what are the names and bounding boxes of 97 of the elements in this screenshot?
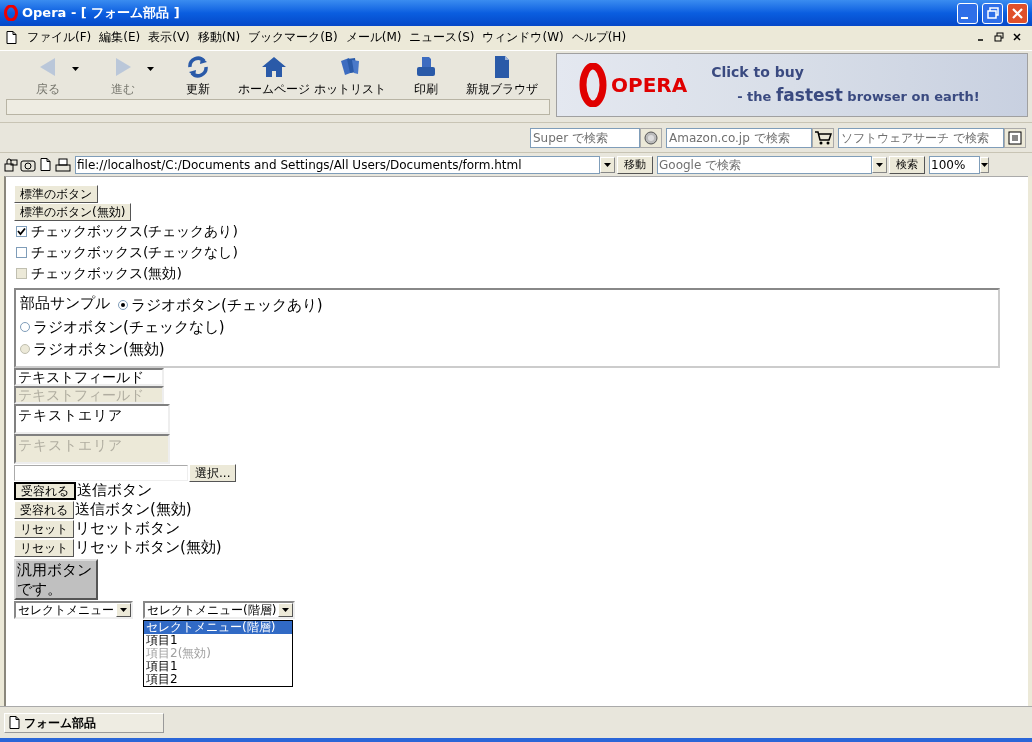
text-area[interactable]: テキストエリア — [14, 404, 170, 434]
menu-item[interactable]: ニュース(S) — [405, 28, 479, 46]
radio-button[interactable] — [118, 300, 128, 310]
button-label: リセットボタン(無効) — [75, 538, 222, 557]
dropdown-button[interactable] — [278, 603, 294, 617]
radio-label: ラジオボタン(チェックなし) — [33, 317, 225, 337]
caret-icon — [282, 608, 290, 612]
toolbar-button[interactable]: 印刷 — [388, 51, 464, 98]
page-tab[interactable]: フォーム部品 — [4, 712, 164, 733]
address-field[interactable]: file://localhost/C:/Documents and Settings/All Users/Documents/form.html — [75, 155, 600, 174]
file-path-field[interactable] — [14, 464, 188, 481]
search-field[interactable]: Super で検索 — [530, 127, 640, 148]
caret-icon — [876, 162, 883, 167]
close-button[interactable] — [1007, 2, 1028, 24]
checkbox[interactable] — [16, 247, 27, 258]
document-icon — [9, 716, 20, 729]
button-label: 送信ボタン — [77, 481, 152, 500]
radio-label: ラジオボタン(チェックあり) — [131, 295, 323, 315]
caret-icon[interactable] — [72, 67, 79, 71]
opera-logo-icon — [4, 5, 18, 21]
toolbar-button[interactable]: 新規ブラウザ — [464, 51, 540, 98]
logo-text: OPERA — [611, 72, 688, 99]
banner-text: - the fastest browser on earth! — [736, 83, 980, 107]
reload-icon — [186, 55, 210, 79]
close-icon — [1012, 7, 1023, 19]
ad-banner[interactable]: OPERA Click to buy - the fastest browser on earth! — [556, 53, 1028, 117]
dropdown-option[interactable]: セレクトメニュー(階層) — [144, 621, 292, 634]
camera-icon[interactable] — [20, 157, 36, 172]
checkbox-label: チェックボックス(チェックなし) — [31, 243, 238, 262]
document-icon — [6, 30, 17, 44]
home-icon — [261, 55, 287, 79]
menu-item[interactable]: 表示(V) — [144, 28, 194, 46]
dropdown-option: 項目2(無効) — [144, 647, 292, 660]
window-title: Opera - [ フォーム部品 ] — [22, 4, 181, 23]
banner-text: Click to buy — [711, 62, 805, 82]
submit-button[interactable]: 受容れる — [14, 481, 76, 500]
restore-button[interactable] — [982, 2, 1003, 24]
go-button[interactable]: 移動 — [617, 155, 653, 174]
printer-icon — [414, 55, 438, 79]
caret-icon — [120, 608, 127, 612]
search-field[interactable]: Amazon.co.jp で検索 — [666, 127, 812, 148]
search-field[interactable]: Google で検索 — [657, 155, 872, 174]
select-menu[interactable]: セレクトメニュー — [14, 601, 133, 619]
close-icon[interactable] — [1012, 32, 1022, 42]
toolbar-button[interactable]: ホットリスト — [312, 51, 388, 98]
opera-logo-icon — [579, 63, 607, 107]
restore-icon[interactable] — [994, 32, 1004, 42]
radio-button[interactable] — [20, 322, 30, 332]
dropdown-button[interactable] — [872, 156, 887, 173]
caret-icon[interactable] — [147, 67, 154, 71]
dropdown-option[interactable]: 項目1 — [144, 634, 292, 647]
generic-button[interactable]: 汎用ボタンです。 — [14, 559, 98, 600]
caret-icon — [604, 162, 611, 167]
restore-icon — [986, 7, 999, 19]
dropdown-button[interactable] — [600, 156, 615, 173]
menu-item[interactable]: ファイル(F) — [23, 28, 96, 46]
dropdown-button[interactable] — [980, 156, 989, 173]
push-button[interactable]: 標準のボタン(無効) — [14, 203, 132, 221]
button-label: リセットボタン — [75, 519, 180, 538]
document-icon — [492, 55, 512, 79]
push-button[interactable]: 標準のボタン — [14, 185, 98, 203]
search-button[interactable] — [812, 127, 834, 148]
dropdown-option[interactable]: 項目1 — [144, 660, 292, 673]
zoom-field[interactable]: 100% — [929, 155, 980, 174]
submit-button[interactable]: 受容れる — [14, 500, 74, 519]
menu-item[interactable]: 移動(N) — [193, 28, 245, 46]
submit-button[interactable]: リセット — [14, 538, 74, 557]
menu-item[interactable]: ヘルプ(H) — [567, 28, 631, 46]
menu-item[interactable]: メール(M) — [341, 28, 406, 46]
button-label: 送信ボタン(無効) — [75, 500, 192, 519]
browse-button[interactable]: 選択... — [189, 463, 237, 482]
security-icon[interactable] — [4, 157, 18, 172]
software-icon — [1007, 130, 1023, 145]
dropdown-button[interactable] — [116, 603, 131, 617]
checkbox-label: チェックボックス(チェックあり) — [31, 222, 238, 241]
text-field[interactable]: テキストフィールド — [14, 368, 164, 386]
search-button[interactable]: 検索 — [889, 155, 925, 174]
toolbar-button[interactable]: 更新 — [160, 51, 236, 98]
menu-item[interactable]: 編集(E) — [95, 28, 145, 46]
document-icon[interactable] — [40, 158, 51, 171]
globe-icon — [644, 130, 658, 145]
menu-item[interactable]: ウィンドウ(W) — [478, 28, 568, 46]
submit-button[interactable]: リセット — [14, 519, 74, 538]
select-menu[interactable]: セレクトメニュー(階層) — [143, 601, 296, 619]
minimize-button[interactable] — [957, 2, 978, 24]
fieldset-legend: 部品サンプル — [20, 294, 110, 316]
caret-icon — [981, 162, 988, 167]
toolbar-button[interactable]: ホームページ — [236, 51, 312, 98]
menu-item[interactable]: ブックマーク(B) — [244, 28, 342, 46]
radio-label: ラジオボタン(無効) — [33, 339, 165, 359]
minimize-icon — [961, 16, 968, 19]
cart-icon — [814, 130, 832, 145]
dropdown-option[interactable]: 項目2 — [144, 673, 292, 686]
search-field[interactable]: ソフトウェアサーチ で検索 — [838, 127, 1004, 148]
checkbox-label: チェックボックス(無効) — [31, 264, 182, 283]
checkbox[interactable] — [16, 226, 27, 237]
printer-icon[interactable] — [55, 157, 71, 172]
